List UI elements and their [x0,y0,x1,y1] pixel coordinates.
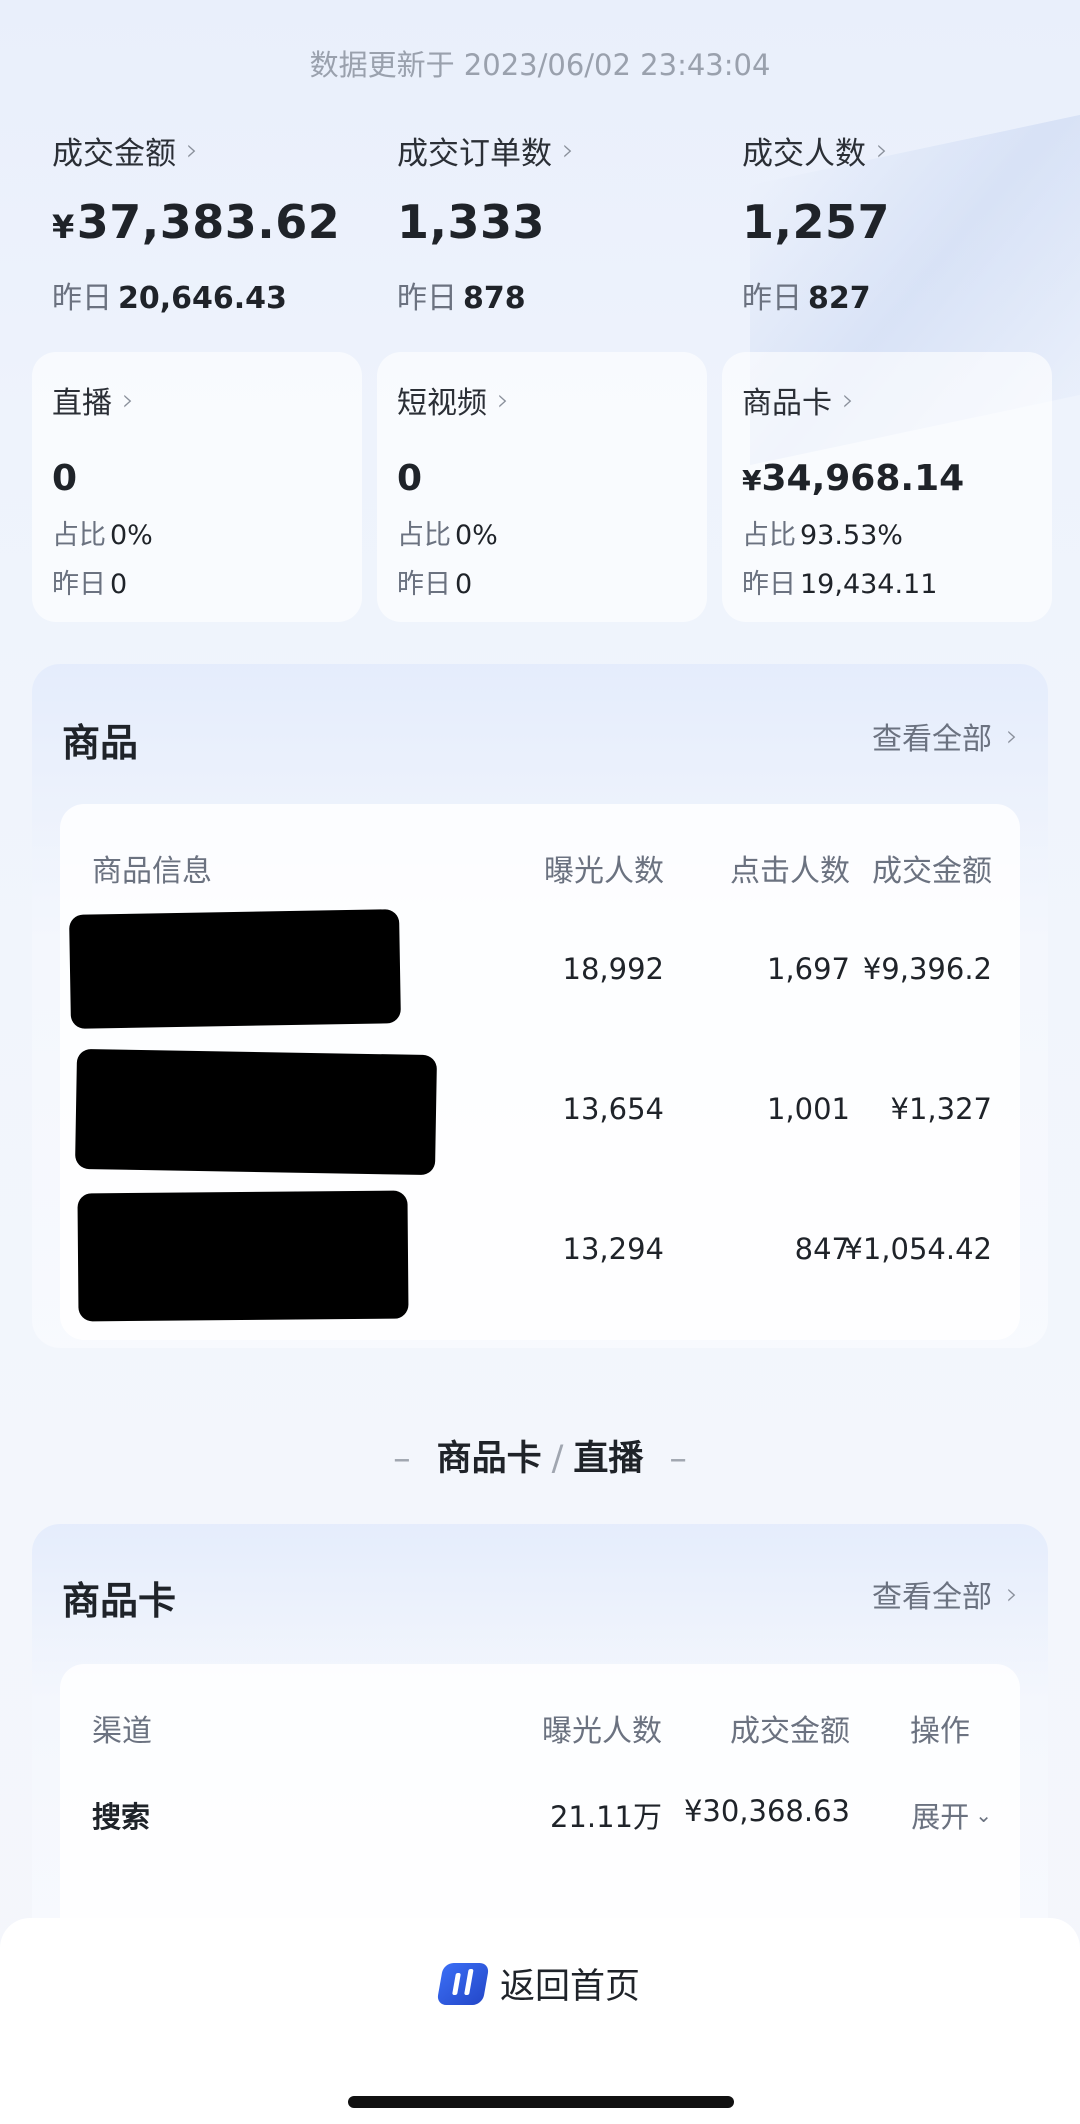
currency-symbol: ¥ [742,464,762,497]
chevron-right-icon: › [876,133,888,168]
back-home-button[interactable]: 返回首页 [0,1958,1080,2009]
exposure-value: 13,654 [562,1092,664,1126]
chevron-right-icon: › [562,133,574,168]
amount-value: ¥9,396.2 [862,952,992,986]
share-label: 占比 [397,520,451,551]
header-amount: 成交金额 [872,854,992,889]
yesterday-value: 878 [463,281,526,316]
exposure-value: 21.11万 [549,1800,662,1834]
view-all-label: 查看全部 [872,722,992,757]
channel-value: 0 [397,458,423,499]
yesterday-label: 昨日 [52,281,112,316]
channel-label: 短视频 [397,386,487,421]
channel-label: 直播 [52,386,112,421]
home-indicator[interactable] [348,2096,734,2108]
chevron-right-icon: › [1006,718,1018,754]
yesterday-value: 0 [455,569,473,600]
kpi-label: 成交人数 [742,136,866,172]
share-value: 93.53% [800,520,903,551]
channel-label: 商品卡 [742,386,832,421]
share-value: 0% [110,520,153,551]
products-table: 商品信息 曝光人数 点击人数 成交金额 18,992 1,697 ¥9,396.… [60,804,1020,1340]
separator: / [551,1439,564,1479]
chevron-right-icon: › [842,382,854,418]
chevron-down-icon: ⌄ [975,1803,992,1827]
channel-card-live[interactable]: 直播 › 0 占比 0% 昨日 0 [32,352,362,622]
kpi-label: 成交订单数 [397,136,552,172]
app-logo-icon [436,1962,490,2005]
chevron-right-icon: › [497,382,509,418]
kpi-value: 1,257 [742,195,891,249]
dash-right: – [669,1439,687,1479]
clicks-value: 1,001 [766,1092,850,1126]
header-amount: 成交金额 [730,1714,850,1749]
tab-live[interactable]: 直播 [573,1439,643,1479]
channel-card-product-card[interactable]: 商品卡 › ¥34,968.14 占比 93.53% 昨日 19,434.11 [722,352,1052,622]
tab-product-card[interactable]: 商品卡 [437,1439,542,1479]
expand-label: 展开 [911,1800,970,1834]
yesterday-value: 20,646.43 [118,281,287,316]
redacted-product-image [77,1190,409,1322]
channel-card-short-video[interactable]: 短视频 › 0 占比 0% 昨日 0 [377,352,707,622]
bottom-bar: 返回首页 [0,1918,1080,2124]
yesterday-label: 昨日 [742,281,802,316]
kpi-value: 1,333 [397,195,546,249]
products-title: 商品 [62,721,139,765]
kpi-orders[interactable]: 成交订单数 › 1,333 昨日 878 [397,128,727,317]
clicks-value: 1,697 [766,952,850,986]
exposure-value: 18,992 [562,952,664,986]
header-exposure: 曝光人数 [544,854,664,889]
share-label: 占比 [742,520,796,551]
header-clicks: 点击人数 [730,854,850,889]
kpi-value: 37,383.62 [76,195,341,249]
yesterday-value: 19,434.11 [800,569,938,600]
channel-value: 0 [52,458,78,499]
chevron-right-icon: › [186,133,198,168]
view-all-label: 查看全部 [872,1580,992,1615]
product-card-title: 商品卡 [62,1579,177,1623]
expand-button[interactable]: 展开 ⌄ [911,1794,992,1836]
yesterday-value: 827 [808,281,871,316]
channel-value: 搜索 [92,1800,151,1834]
redacted-product-image [69,909,401,1029]
header-channel: 渠道 [92,1714,152,1749]
update-timestamp: 数据更新于 2023/06/02 23:43:04 [309,48,771,82]
amount-value: ¥1,327 [890,1092,992,1126]
product-card-panel: 商品卡 查看全部 › 渠道 曝光人数 成交金额 操作 搜索 21.11万 ¥30,… [32,1524,1048,1964]
back-home-label: 返回首页 [499,1967,640,2007]
exposure-value: 13,294 [562,1232,664,1266]
kpi-buyers[interactable]: 成交人数 › 1,257 昨日 827 [742,128,1072,317]
dash-left: – [393,1439,411,1479]
share-value: 0% [455,520,498,551]
amount-value: ¥1,054.42 [844,1232,992,1266]
currency-symbol: ¥ [52,208,75,246]
yesterday-label: 昨日 [52,569,106,600]
yesterday-value: 0 [110,569,128,600]
products-view-all-link[interactable]: 查看全部 › [872,714,1018,758]
redacted-product-image [74,1048,438,1176]
products-panel: 商品 查看全部 › 商品信息 曝光人数 点击人数 成交金额 18,992 1,69… [32,664,1048,1348]
yesterday-label: 昨日 [397,281,457,316]
yesterday-label: 昨日 [397,569,451,600]
kpi-gmv[interactable]: 成交金额 › ¥37,383.62 昨日 20,646.43 [52,128,382,317]
header-exposure: 曝光人数 [542,1714,662,1749]
section-divider-title: – 商品卡 / 直播 – [0,1430,1080,1481]
chevron-right-icon: › [1006,1576,1018,1612]
chevron-right-icon: › [122,382,134,418]
product-card-view-all-link[interactable]: 查看全部 › [872,1572,1018,1616]
channel-value: 34,968.14 [761,458,965,499]
clicks-value: 847 [794,1232,850,1266]
kpi-label: 成交金额 [52,136,176,172]
amount-value: ¥30,368.63 [683,1794,850,1828]
share-label: 占比 [52,520,106,551]
header-action: 操作 [910,1714,970,1749]
header-product-info: 商品信息 [92,854,212,889]
yesterday-label: 昨日 [742,569,796,600]
